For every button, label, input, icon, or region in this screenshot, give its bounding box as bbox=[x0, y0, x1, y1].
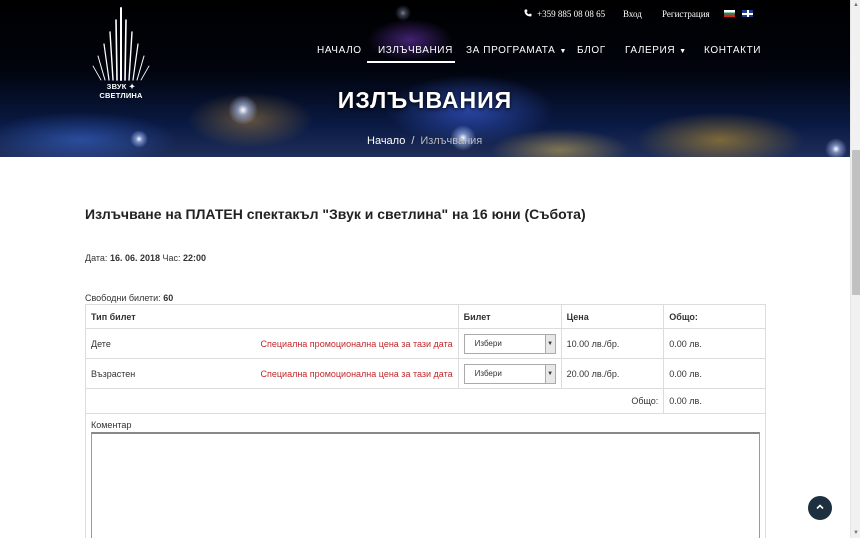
promo-note: Специална промоционална цена за тази дат… bbox=[260, 338, 453, 349]
grand-total-row: Общо: 0.00 лв. bbox=[84, 388, 766, 414]
quantity-select[interactable]: Избери ▼ bbox=[463, 333, 556, 354]
row-total-cell: 0.00 лв. bbox=[663, 328, 766, 359]
ticket-type-cell: Дете Специална промоционална цена за таз… bbox=[85, 328, 459, 359]
ticket-select-cell: Избери ▼ bbox=[457, 328, 562, 359]
header-total: Общо: bbox=[663, 304, 766, 329]
quantity-select[interactable]: Избери ▼ bbox=[463, 363, 556, 384]
page-scrollbar[interactable]: ▲ ▼ bbox=[850, 0, 860, 538]
nav-label: ГАЛЕРИЯ bbox=[625, 45, 676, 56]
chevron-up-icon bbox=[815, 502, 825, 513]
nav-item-home[interactable]: НАЧАЛО bbox=[317, 45, 362, 56]
breadcrumb-current: Излъчвания bbox=[420, 135, 483, 147]
chevron-down-icon: ▼ bbox=[679, 48, 687, 55]
header-ticket: Билет bbox=[457, 304, 562, 329]
nav-label: ИЗЛЪЧВАНИЯ bbox=[378, 45, 453, 56]
grand-total-label: Общо: bbox=[84, 388, 665, 414]
nav-label: БЛОГ bbox=[577, 45, 606, 56]
phone-number: +359 885 08 08 65 bbox=[537, 9, 606, 19]
free-tickets: Свободни билети: 60 bbox=[85, 293, 173, 303]
table-header-row: Тип билет Билет Цена Общо: bbox=[85, 304, 766, 329]
free-tickets-label: Свободни билети: bbox=[85, 293, 161, 303]
time-value: 22:00 bbox=[183, 253, 207, 263]
nav-item-about[interactable]: ЗА ПРОГРАМАТА ▼ bbox=[466, 45, 567, 56]
nav-label: КОНТАКТИ bbox=[704, 45, 762, 56]
free-tickets-value: 60 bbox=[163, 293, 174, 303]
page-hero-title: ИЗЛЪЧВАНИЯ bbox=[337, 87, 513, 113]
comment-label: Коментар bbox=[91, 420, 132, 430]
ticket-type: Възрастен bbox=[91, 368, 136, 379]
dropdown-arrow-icon[interactable]: ▼ bbox=[544, 364, 555, 383]
bg-flag-icon[interactable] bbox=[724, 10, 735, 17]
login-link[interactable]: Вход bbox=[623, 9, 642, 21]
breadcrumb-home[interactable]: Начало bbox=[367, 135, 405, 147]
nav-item-blog[interactable]: БЛОГ bbox=[577, 45, 606, 56]
back-to-top-button[interactable] bbox=[808, 496, 832, 520]
comment-section: Коментар bbox=[85, 414, 766, 538]
table-row: Дете Специална промоционална цена за таз… bbox=[85, 328, 766, 359]
event-title: Излъчване на ПЛАТЕН спектакъл "Звук и св… bbox=[85, 206, 586, 222]
price-cell: 10.00 лв./бр. bbox=[560, 328, 665, 359]
ticket-type-cell: Възрастен Специална промоционална цена з… bbox=[85, 358, 459, 389]
dropdown-arrow-icon[interactable]: ▼ bbox=[544, 334, 555, 353]
header-ticket-type: Тип билет bbox=[85, 304, 459, 329]
grand-total-value: 0.00 лв. bbox=[663, 388, 766, 414]
select-value: Избери bbox=[474, 338, 502, 348]
main-nav: НАЧАЛО ИЗЛЪЧВАНИЯ ЗА ПРОГРАМАТА ▼ БЛОГ ГА… bbox=[0, 45, 850, 59]
hero-banner: ЗВУК ✦ СВЕТЛИНА +359 885 08 08 65 Вход Р… bbox=[0, 0, 850, 157]
row-total-cell: 0.00 лв. bbox=[663, 358, 766, 389]
ticket-table: Тип билет Билет Цена Общо: Дете Специалн… bbox=[84, 304, 766, 414]
scroll-down-arrow-icon[interactable]: ▼ bbox=[852, 528, 860, 538]
table-row: Възрастен Специална промоционална цена з… bbox=[85, 358, 766, 389]
breadcrumb-separator: / bbox=[411, 135, 415, 147]
nav-item-contacts[interactable]: КОНТАКТИ bbox=[704, 45, 761, 56]
event-date-time: Дата: 16. 06. 2018 Час: 22:00 bbox=[85, 253, 206, 263]
date-value: 16. 06. 2018 bbox=[109, 253, 160, 263]
nav-item-broadcasts[interactable]: ИЗЛЪЧВАНИЯ bbox=[378, 45, 453, 56]
breadcrumb: Начало / Излъчвания bbox=[367, 135, 482, 147]
scroll-up-arrow-icon[interactable]: ▲ bbox=[852, 0, 860, 10]
nav-active-indicator bbox=[367, 61, 455, 63]
phone-icon bbox=[524, 9, 532, 19]
phone-contact[interactable]: +359 885 08 08 65 bbox=[524, 9, 605, 21]
header-price: Цена bbox=[560, 304, 665, 329]
promo-note: Специална промоционална цена за тази дат… bbox=[260, 368, 453, 379]
ticket-select-cell: Избери ▼ bbox=[457, 358, 562, 389]
logo-rays-icon bbox=[92, 7, 150, 81]
price-cell: 20.00 лв./бр. bbox=[560, 358, 665, 389]
time-label: Час: bbox=[162, 253, 181, 263]
comment-textarea[interactable] bbox=[91, 432, 760, 538]
nav-item-gallery[interactable]: ГАЛЕРИЯ ▼ bbox=[625, 45, 687, 56]
light-glow bbox=[825, 138, 847, 157]
en-flag-icon[interactable] bbox=[742, 10, 753, 17]
light-glow bbox=[130, 130, 148, 148]
ticket-type: Дете bbox=[91, 338, 111, 349]
light-glow bbox=[395, 5, 411, 21]
nav-label: НАЧАЛО bbox=[317, 45, 362, 56]
select-value: Избери bbox=[474, 368, 502, 378]
chevron-down-icon: ▼ bbox=[559, 48, 567, 55]
register-link[interactable]: Регистрация bbox=[662, 9, 710, 21]
date-label: Дата: bbox=[85, 253, 108, 263]
nav-label: ЗА ПРОГРАМАТА bbox=[466, 45, 556, 56]
scroll-thumb[interactable] bbox=[852, 150, 860, 295]
